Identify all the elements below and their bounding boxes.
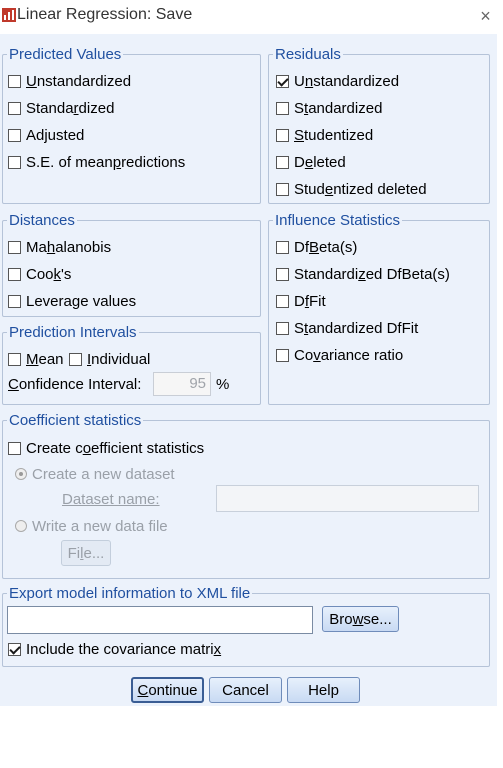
- checkbox-box[interactable]: [276, 240, 289, 254]
- influence-std-dfbeta-checkbox[interactable]: Standardi z ed DfBeta(s): [276, 264, 450, 284]
- checkbox-box[interactable]: [8, 74, 21, 88]
- influence-statistics-legend: Influence Statistics: [275, 212, 401, 229]
- predicted-se-mean-checkbox[interactable]: S.E. of mean p redictions: [8, 152, 185, 172]
- close-icon: ×: [480, 6, 491, 26]
- create-coefficient-statistics-checkbox[interactable]: Create c o efficient statistics: [8, 438, 204, 458]
- include-covariance-matrix-checkbox[interactable]: Include the covariance matri x: [8, 639, 221, 659]
- dataset-name-label: Dataset name:: [62, 490, 160, 508]
- checkbox-box[interactable]: [276, 74, 289, 88]
- predicted-unstandardized-checkbox[interactable]: Unstandardized: [8, 71, 131, 91]
- xml-file-path-input[interactable]: [7, 606, 313, 634]
- checkbox-box[interactable]: [8, 101, 21, 115]
- predicted-standardized-checkbox[interactable]: Standa r dized: [8, 98, 114, 118]
- checkbox-box[interactable]: [276, 101, 289, 115]
- checkbox-box[interactable]: [276, 182, 289, 196]
- title-bar: Linear Regression: Save ×: [0, 0, 503, 34]
- checkbox-box[interactable]: [8, 294, 21, 308]
- residuals-studentized-checkbox[interactable]: Studentized: [276, 125, 373, 145]
- radio-circle[interactable]: [15, 520, 27, 532]
- cancel-button[interactable]: Cancel: [209, 677, 282, 703]
- write-new-data-file-radio[interactable]: Write a new data file: [15, 516, 168, 536]
- influence-std-dffit-checkbox[interactable]: St andardized DfFit: [276, 318, 418, 338]
- create-new-dataset-radio[interactable]: Create a new dataset: [15, 464, 175, 484]
- confidence-interval-label: Confidence Interval:: [8, 375, 142, 393]
- confidence-interval-input[interactable]: 95: [153, 372, 211, 396]
- influence-dfbeta-checkbox[interactable]: Df Beta(s): [276, 237, 357, 257]
- prediction-individual-checkbox[interactable]: Individual: [69, 349, 150, 369]
- help-button[interactable]: Help: [287, 677, 360, 703]
- file-button[interactable]: Fi l e...: [61, 540, 111, 566]
- close-button[interactable]: ×: [468, 2, 503, 32]
- predicted-adjusted-checkbox[interactable]: Adjusted: [8, 125, 84, 145]
- checkbox-box[interactable]: [276, 294, 289, 308]
- export-xml-legend: Export model information to XML file: [9, 585, 251, 602]
- continue-button[interactable]: Continue: [131, 677, 204, 703]
- checkbox-box[interactable]: [276, 321, 289, 335]
- distances-mahalanobis-checkbox[interactable]: Ma h alanobis: [8, 237, 111, 257]
- dataset-name-input[interactable]: [216, 485, 479, 512]
- residuals-standardized-checkbox[interactable]: St andardized: [276, 98, 382, 118]
- confidence-interval-unit: %: [216, 375, 230, 393]
- radio-circle[interactable]: [15, 468, 27, 480]
- residuals-deleted-checkbox[interactable]: De leted: [276, 152, 346, 172]
- browse-button[interactable]: Bro w se...: [322, 606, 399, 632]
- checkbox-box[interactable]: [276, 128, 289, 142]
- prediction-intervals-legend: Prediction Intervals: [9, 324, 137, 341]
- checkbox-box[interactable]: [276, 348, 289, 362]
- window-title: Linear Regression: Save: [17, 6, 193, 23]
- checkbox-box[interactable]: [8, 267, 21, 281]
- coefficient-statistics-legend: Coefficient statistics: [9, 412, 142, 429]
- residuals-studentized-deleted-checkbox[interactable]: Stud e ntized deleted: [276, 179, 427, 199]
- checkbox-box[interactable]: [8, 441, 21, 455]
- checkbox-box[interactable]: [8, 642, 21, 656]
- distances-cooks-checkbox[interactable]: Coo k's: [8, 264, 71, 284]
- checkbox-box[interactable]: [8, 155, 21, 169]
- distances-leverage-checkbox[interactable]: Levera g e values: [8, 291, 136, 311]
- checkbox-box[interactable]: [8, 352, 21, 366]
- checkbox-box[interactable]: [8, 128, 21, 142]
- checkbox-box[interactable]: [276, 155, 289, 169]
- checkbox-box[interactable]: [69, 352, 82, 366]
- influence-covariance-ratio-checkbox[interactable]: Co v ariance ratio: [276, 345, 403, 365]
- checkbox-box[interactable]: [276, 267, 289, 281]
- checkbox-box[interactable]: [8, 240, 21, 254]
- residuals-unstandardized-checkbox[interactable]: Un standardized: [276, 71, 399, 91]
- prediction-mean-checkbox[interactable]: Mean: [8, 349, 64, 369]
- distances-legend: Distances: [9, 212, 75, 229]
- spss-app-icon: [2, 8, 16, 22]
- influence-dffit-checkbox[interactable]: Df Fit: [276, 291, 326, 311]
- predicted-values-legend: Predicted Values: [9, 46, 122, 63]
- residuals-legend: Residuals: [275, 46, 341, 63]
